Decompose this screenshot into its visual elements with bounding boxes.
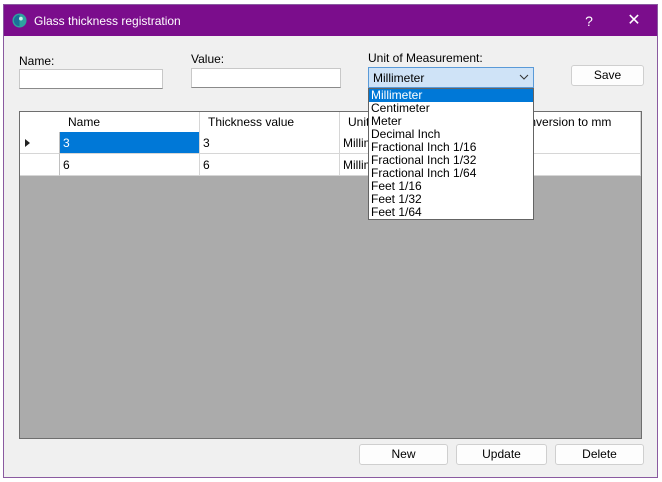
chevron-down-icon bbox=[519, 74, 529, 80]
value-input[interactable] bbox=[191, 68, 341, 88]
unit-select[interactable]: Millimeter bbox=[368, 67, 534, 88]
name-label: Name: bbox=[19, 54, 55, 68]
column-header-name[interactable]: Name bbox=[60, 112, 200, 132]
delete-button[interactable]: Delete bbox=[555, 444, 644, 465]
cell-name[interactable]: 3 bbox=[60, 132, 200, 154]
update-button[interactable]: Update bbox=[456, 444, 547, 465]
title-bar: Glass thickness registration ? ✕ bbox=[4, 5, 657, 36]
cell-name[interactable]: 6 bbox=[60, 154, 200, 176]
cell-thickness[interactable]: 6 bbox=[200, 154, 340, 176]
row-header[interactable] bbox=[20, 132, 60, 154]
unit-option-feet-64[interactable]: Feet 1/64 bbox=[369, 206, 533, 219]
app-window: Glass thickness registration ? ✕ Name: V… bbox=[3, 4, 658, 478]
unit-label: Unit of Measurement: bbox=[368, 51, 483, 65]
column-header-thickness[interactable]: Thickness value bbox=[200, 112, 340, 132]
new-button[interactable]: New bbox=[359, 444, 448, 465]
thickness-grid[interactable]: Name Thickness value Unit Conversion to … bbox=[19, 111, 642, 439]
unit-select-value: Millimeter bbox=[373, 71, 425, 85]
name-input[interactable] bbox=[19, 69, 163, 89]
current-row-icon bbox=[25, 139, 30, 147]
row-header[interactable] bbox=[20, 154, 60, 176]
cell-thickness[interactable]: 3 bbox=[200, 132, 340, 154]
window-title: Glass thickness registration bbox=[34, 14, 181, 28]
table-row[interactable]: 6 6 Millim bbox=[20, 154, 641, 176]
help-button[interactable]: ? bbox=[577, 11, 601, 31]
app-icon bbox=[12, 13, 27, 28]
unit-dropdown-list[interactable]: Millimeter Centimeter Meter Decimal Inch… bbox=[368, 88, 534, 220]
save-button[interactable]: Save bbox=[571, 65, 644, 86]
table-row[interactable]: 3 3 Millim bbox=[20, 132, 641, 154]
value-label: Value: bbox=[191, 52, 225, 66]
close-button[interactable]: ✕ bbox=[622, 11, 646, 31]
row-header-corner bbox=[20, 112, 61, 132]
grid-header: Name Thickness value Unit Conversion to … bbox=[20, 112, 641, 132]
